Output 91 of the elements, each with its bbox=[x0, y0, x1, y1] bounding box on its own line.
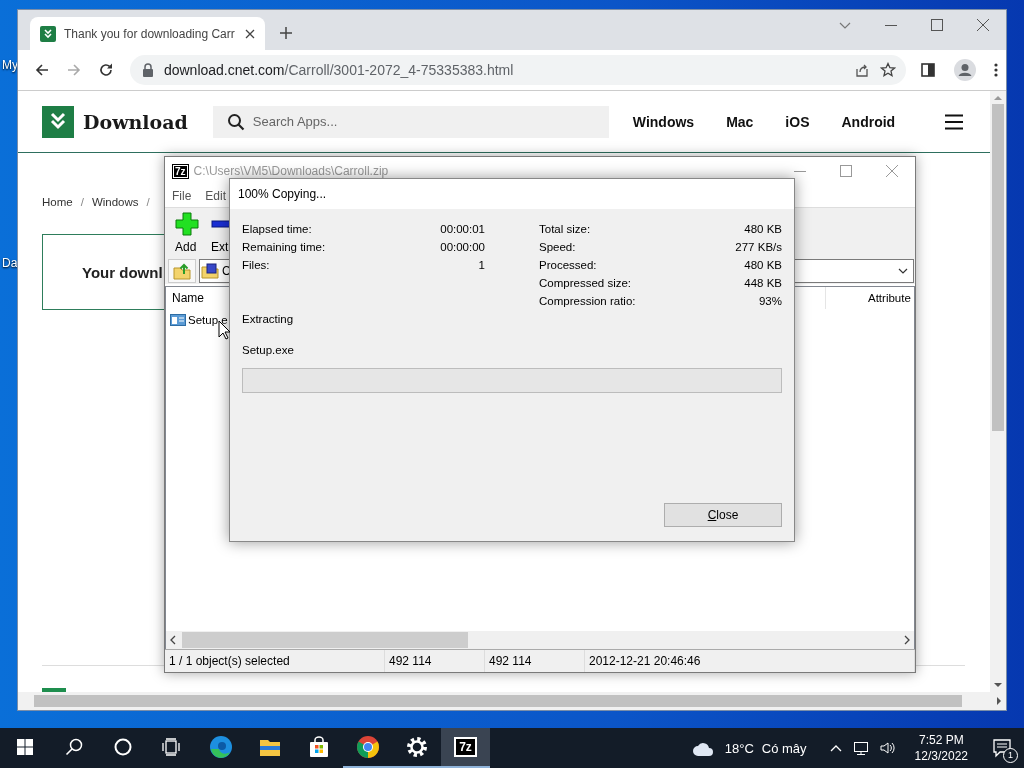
desktop-icon-label[interactable]: My bbox=[2, 58, 18, 72]
stat-value: 00:00:00 bbox=[440, 241, 485, 253]
search-field[interactable]: Search Apps... bbox=[212, 105, 609, 138]
scroll-down-arrow-icon[interactable] bbox=[994, 682, 1002, 688]
stat-value: 480 KB bbox=[744, 223, 782, 235]
breadcrumb-separator: / bbox=[80, 195, 84, 210]
vertical-scrollbar[interactable] bbox=[990, 91, 1006, 692]
reload-icon[interactable] bbox=[97, 62, 114, 78]
stat-label: Files: bbox=[242, 259, 270, 271]
notification-badge: 1 bbox=[1003, 748, 1018, 763]
close-icon[interactable] bbox=[245, 28, 255, 39]
url-text[interactable]: download.cnet.com/Carroll/3001-2072_4-75335383.html bbox=[163, 62, 844, 78]
status-text: 2012-12-21 20:46:46 bbox=[585, 650, 915, 672]
desktop-icon-label[interactable]: Da bbox=[2, 256, 18, 270]
status-text: 492 114 bbox=[385, 650, 485, 672]
volume-icon[interactable] bbox=[878, 740, 897, 756]
network-icon[interactable] bbox=[852, 740, 869, 756]
folder-up-icon bbox=[173, 262, 191, 280]
breadcrumb-link[interactable]: Home bbox=[42, 194, 73, 210]
file-name: Setup.exe bbox=[242, 344, 295, 356]
share-icon[interactable] bbox=[854, 62, 870, 78]
horizontal-scrollbar[interactable] bbox=[166, 631, 914, 649]
toolbar-button[interactable]: Add bbox=[169, 208, 205, 258]
menu-item[interactable]: File bbox=[165, 189, 199, 203]
banner-title: Your downl bbox=[82, 263, 163, 281]
maximize-icon[interactable] bbox=[929, 17, 945, 33]
close-icon[interactable] bbox=[975, 17, 991, 33]
speech-bubble-icon bbox=[991, 737, 1013, 759]
dialog-title: 100% Copying... bbox=[230, 179, 794, 209]
favicon-icon bbox=[40, 25, 56, 42]
app-logo: 7z bbox=[454, 737, 477, 757]
weather-text: Có mây bbox=[761, 740, 807, 756]
menu-icon[interactable] bbox=[945, 113, 963, 130]
notification-button[interactable]: 1 bbox=[980, 728, 1024, 768]
swirl-logo-icon bbox=[208, 735, 233, 759]
search-icon bbox=[226, 112, 245, 131]
nav-link[interactable]: Android bbox=[841, 113, 896, 130]
task-view-icon bbox=[161, 738, 182, 756]
tricolor-circle-icon bbox=[355, 735, 380, 759]
plus-icon[interactable] bbox=[279, 26, 293, 40]
circle-icon bbox=[113, 738, 132, 756]
horizontal-scrollbar[interactable] bbox=[18, 692, 1006, 710]
window-title: C:\Users\VM5\Downloads\Carroll.zip bbox=[193, 164, 389, 178]
application-icon bbox=[170, 313, 186, 327]
stat-label: Compressed size: bbox=[539, 277, 632, 289]
taskbar-button[interactable]: 7z bbox=[441, 728, 490, 768]
stat-label: Processed: bbox=[539, 259, 597, 271]
stat-label: Remaining time: bbox=[242, 241, 326, 253]
avatar-icon[interactable] bbox=[954, 59, 976, 81]
nav-link[interactable]: Windows bbox=[632, 113, 695, 130]
breadcrumb-separator: / bbox=[146, 195, 150, 210]
archive-folder-icon bbox=[201, 263, 219, 279]
stat-value: 277 KB/s bbox=[735, 241, 782, 253]
clock[interactable]: 7:52 PM 12/3/2022 bbox=[908, 732, 974, 764]
nav-link[interactable]: Mac bbox=[726, 113, 754, 130]
stat-label: Elapsed time: bbox=[242, 223, 312, 235]
stat-label: Speed: bbox=[539, 241, 576, 253]
close-button[interactable]: Close bbox=[664, 503, 782, 527]
breadcrumb-link[interactable]: Windows bbox=[91, 194, 139, 210]
search-icon bbox=[64, 738, 83, 756]
stat-label: Total size: bbox=[539, 223, 591, 235]
back-icon[interactable] bbox=[34, 62, 50, 78]
gear-icon bbox=[404, 735, 429, 759]
accent-bar bbox=[42, 688, 66, 692]
lock-icon bbox=[141, 63, 154, 77]
windows-logo-icon bbox=[16, 739, 33, 755]
nav-link[interactable]: iOS bbox=[785, 113, 810, 130]
address-bar[interactable]: download.cnet.com/Carroll/3001-2072_4-75335383.html bbox=[129, 55, 906, 85]
up-folder-button[interactable] bbox=[168, 259, 196, 283]
app-logo: 7z bbox=[172, 163, 189, 179]
stat-value: 480 KB bbox=[744, 259, 782, 271]
scroll-right-arrow-icon[interactable] bbox=[996, 697, 1002, 705]
maximize-icon[interactable] bbox=[838, 163, 854, 179]
browser-tab[interactable]: Thank you for downloading Carr bbox=[30, 17, 265, 50]
logo-text[interactable]: Download bbox=[83, 110, 188, 133]
star-icon[interactable] bbox=[880, 62, 896, 78]
logo-icon bbox=[42, 105, 74, 138]
status-text: 492 114 bbox=[485, 650, 585, 672]
column-header[interactable]: Attribute bbox=[826, 292, 911, 304]
stat-label: Compression ratio: bbox=[539, 295, 636, 307]
temperature-text: 18°C bbox=[724, 740, 754, 756]
file-name[interactable]: Setup.e bbox=[188, 314, 228, 326]
stat-value: 00:00:01 bbox=[440, 223, 485, 235]
operation-text: Extracting bbox=[242, 313, 295, 325]
plus-icon bbox=[175, 212, 199, 236]
status-text: 1 / 1 object(s) selected bbox=[165, 650, 385, 672]
stat-value: 1 bbox=[478, 259, 485, 271]
menu-icon[interactable] bbox=[994, 62, 998, 78]
side-panel-icon[interactable] bbox=[920, 62, 936, 78]
stat-value: 448 KB bbox=[744, 277, 782, 289]
stat-value: 93% bbox=[758, 295, 782, 307]
